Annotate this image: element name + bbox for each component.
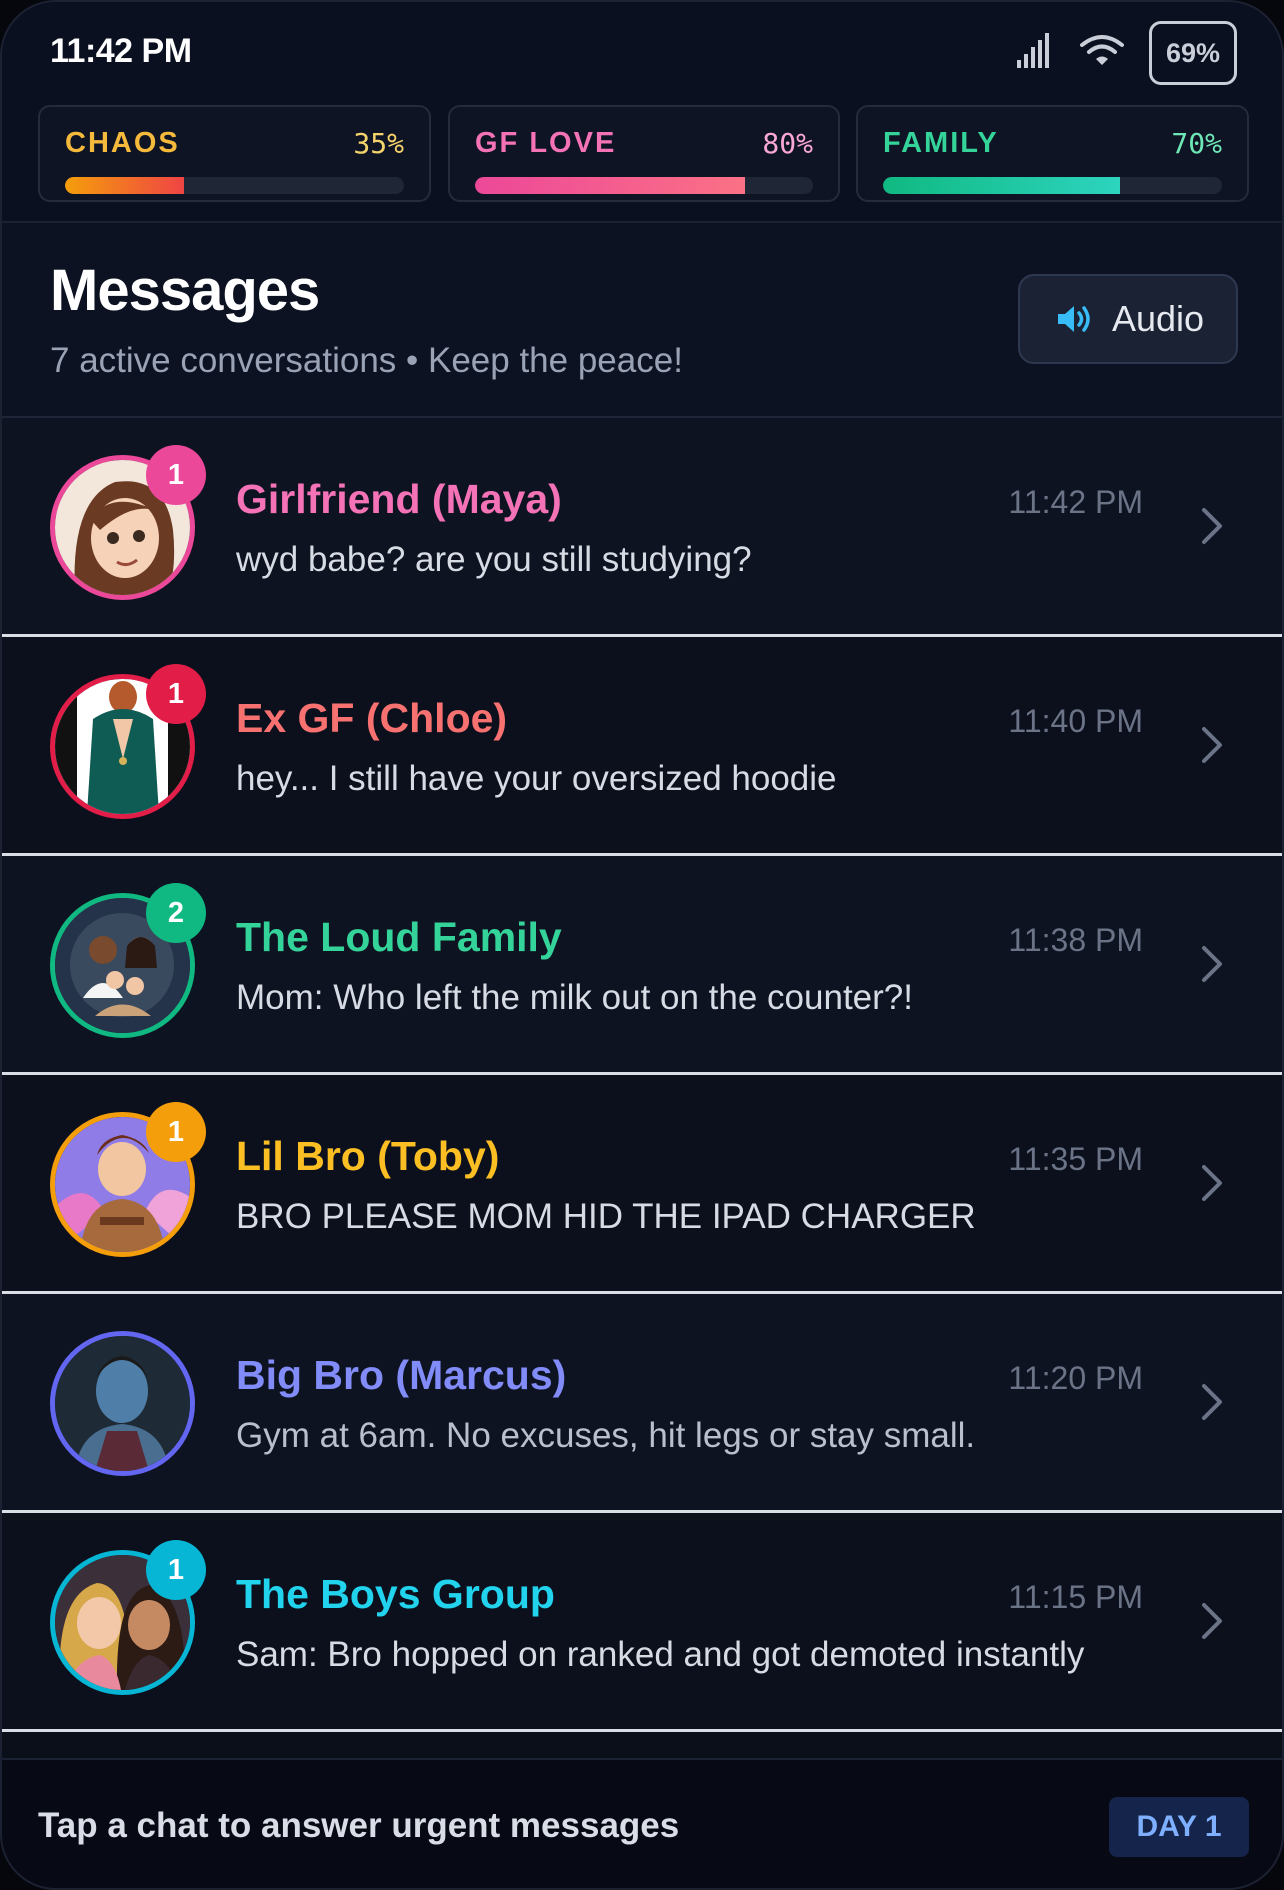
unread-badge: 1 [146, 1540, 206, 1600]
meter-label: FAMILY [883, 127, 999, 159]
meter-percent: 80% [762, 127, 813, 160]
meter-track [475, 177, 813, 194]
unread-badge: 1 [146, 664, 206, 724]
status-meters: CHAOS 35% GF LOVE 80% FAMILY 70% [2, 100, 1282, 223]
chat-time: 11:15 PM [1008, 1579, 1143, 1615]
chat-preview: Gym at 6am. No excuses, hit legs or stay… [236, 1416, 976, 1455]
chat-preview: Sam: Bro hopped on ranked and got demote… [236, 1635, 1085, 1674]
chat-time: 11:40 PM [1008, 703, 1143, 739]
meter-fill [883, 177, 1121, 194]
chat-row-loud-family[interactable]: 2 The Loud Family 11:38 PM Mom: Who left… [2, 856, 1282, 1075]
signal-icon [1017, 33, 1049, 68]
chevron-right-icon [1202, 508, 1222, 544]
chat-row-lil-bro-toby[interactable]: 1 Lil Bro (Toby) 11:35 PM BRO PLEASE MOM… [2, 1075, 1282, 1294]
meter-label: GF LOVE [475, 127, 617, 159]
chevron-right-icon [1202, 946, 1222, 982]
battery-icon: 69% [1149, 21, 1237, 85]
page-subtitle: 7 active conversations • Keep the peace! [50, 341, 683, 380]
meter-track [883, 177, 1222, 194]
messages-header: Messages 7 active conversations • Keep t… [2, 223, 1282, 418]
chat-name: Big Bro (Marcus) [236, 1352, 567, 1398]
status-bar: 11:42 PM 69% [2, 2, 1282, 100]
chat-time: 11:38 PM [1008, 922, 1143, 958]
chat-row-ex-gf-chloe[interactable]: 1 Ex GF (Chloe) 11:40 PM hey... I still … [2, 637, 1282, 856]
meter-fill [65, 177, 184, 194]
chat-preview: wyd babe? are you still studying? [236, 540, 752, 579]
meter-track [65, 177, 404, 194]
chevron-right-icon [1202, 1165, 1222, 1201]
unread-badge: 1 [146, 445, 206, 505]
chevron-right-icon [1202, 1603, 1222, 1639]
unread-badge: 1 [146, 1102, 206, 1162]
chat-time: 11:42 PM [1008, 484, 1143, 520]
chat-name: The Loud Family [236, 914, 562, 960]
chat-list: 1 Girlfriend (Maya) 11:42 PM wyd babe? a… [2, 418, 1282, 1732]
avatar [50, 1331, 195, 1476]
chat-name: Ex GF (Chloe) [236, 695, 508, 741]
chat-row-big-bro-marcus[interactable]: Big Bro (Marcus) 11:20 PM Gym at 6am. No… [2, 1294, 1282, 1513]
meter-gf-love: GF LOVE 80% [448, 105, 840, 202]
status-time: 11:42 PM [50, 32, 192, 70]
audio-button-label: Audio [1112, 298, 1205, 339]
chevron-right-icon [1202, 727, 1222, 763]
chat-row-boys-group[interactable]: 1 The Boys Group 11:15 PM Sam: Bro hoppe… [2, 1513, 1282, 1732]
meter-family: FAMILY 70% [856, 105, 1249, 202]
wifi-icon [1080, 35, 1124, 65]
chat-preview: hey... I still have your oversized hoodi… [236, 759, 837, 798]
unread-badge: 2 [146, 883, 206, 943]
chat-row-girlfriend-maya[interactable]: 1 Girlfriend (Maya) 11:42 PM wyd babe? a… [2, 418, 1282, 637]
chat-time: 11:20 PM [1008, 1360, 1143, 1396]
speaker-icon [1058, 306, 1090, 332]
footer-hint: Tap a chat to answer urgent messages [38, 1806, 680, 1845]
day-badge: DAY 1 [1109, 1797, 1249, 1857]
page-title: Messages [50, 258, 320, 323]
chat-preview: BRO PLEASE MOM HID THE IPAD CHARGER [236, 1197, 976, 1236]
meter-chaos: CHAOS 35% [38, 105, 431, 202]
chevron-right-icon [1202, 1384, 1222, 1420]
chat-name: Girlfriend (Maya) [236, 476, 562, 522]
chat-name: Lil Bro (Toby) [236, 1133, 500, 1179]
phone-screen: 11:42 PM 69% CHAOS 35% GF LOVE 80% FAMIL… [0, 0, 1284, 1890]
footer-bar: Tap a chat to answer urgent messages DAY… [2, 1758, 1282, 1888]
chat-preview: Mom: Who left the milk out on the counte… [236, 978, 913, 1017]
meter-fill [475, 177, 746, 194]
audio-button[interactable]: Audio [1018, 274, 1238, 364]
chat-time: 11:35 PM [1008, 1141, 1143, 1177]
meter-percent: 70% [1171, 127, 1222, 160]
meter-label: CHAOS [65, 127, 180, 159]
chat-name: The Boys Group [236, 1571, 555, 1617]
meter-percent: 35% [353, 127, 404, 160]
